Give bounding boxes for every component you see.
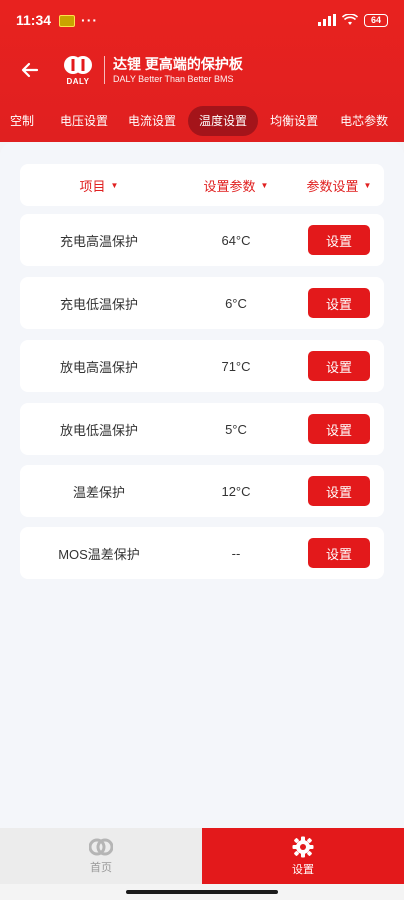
row-name: 温差保护 [72,484,125,500]
row-name: 充电高温保护 [59,233,138,249]
nav-home[interactable]: 首页 [0,828,202,884]
table-row: 温差保护 12°C 设置 [20,465,384,517]
battery-icon: 64 [364,13,388,27]
table-row: 放电高温保护 71°C 设置 [20,340,384,392]
header-divider [104,56,105,84]
row-value: 6°C [225,295,247,311]
signal-icon [318,14,336,26]
header: 11:34 ··· 64 DALY 达锂 更高端的保护板 DALY Better… [0,0,404,142]
gear-icon [292,836,314,857]
logo-text: DALY [66,77,90,86]
row-value: -- [231,545,241,561]
status-indicators: 64 [318,13,388,27]
header-param[interactable]: 设置参数 ▼ [178,176,294,195]
tab-balance-settings[interactable]: 均衡设置 [258,106,328,136]
settings-tabs: 空制 电压设置 电流设置 温度设置 均衡设置 电芯参数 [0,104,404,138]
set-button[interactable]: 设置 [308,476,370,506]
wifi-icon [342,14,358,25]
notification-icon [59,15,76,27]
caret-down-icon: ▼ [110,180,119,190]
tab-cell-parameters[interactable]: 电芯参数 [328,106,396,136]
home-logo-icon [89,838,113,855]
set-button[interactable]: 设置 [308,288,370,318]
bottom-navigation: 首页 设置 [0,828,404,884]
nav-home-label: 首页 [90,861,112,874]
header-param-label: 设置参数 [203,178,256,194]
table-row: 充电低温保护 6°C 设置 [20,277,384,329]
status-time: 11:34 [16,12,52,28]
app-subtitle: DALY Better Than Better BMS [113,74,234,84]
content-panel: 项目 ▼ 设置参数 ▼ 参数设置 ▼ 充电高温保护 64°C 设置 充电低温保护… [0,142,404,828]
back-button[interactable] [10,50,50,90]
row-value: 64°C [221,232,251,248]
row-value: 12°C [221,483,251,499]
row-name: 放电高温保护 [59,359,138,375]
row-name: MOS温差保护 [58,546,140,562]
header-item[interactable]: 项目 ▼ [20,176,178,195]
nav-settings-label: 设置 [292,863,314,876]
row-name: 充电低温保护 [59,296,138,312]
tab-current-settings[interactable]: 电流设置 [118,106,188,136]
daly-logo-icon [64,56,92,74]
tab-control[interactable]: 空制 [0,106,50,136]
nav-settings[interactable]: 设置 [202,828,404,884]
caret-down-icon: ▼ [260,180,269,190]
row-value: 71°C [221,358,251,374]
tab-temperature-settings[interactable]: 温度设置 [188,106,259,136]
app-bar: DALY 达锂 更高端的保护板 DALY Better Than Better … [0,48,404,92]
header-setting[interactable]: 参数设置 ▼ [294,176,384,195]
set-button[interactable]: 设置 [308,225,370,255]
table-row: MOS温差保护 -- 设置 [20,527,384,579]
table-row: 放电低温保护 5°C 设置 [20,403,384,455]
tab-voltage-settings[interactable]: 电压设置 [50,106,118,136]
header-setting-label: 参数设置 [306,178,359,194]
app-title: 达锂 更高端的保护板 [113,56,243,72]
set-button[interactable]: 设置 [308,414,370,444]
daly-logo: DALY [58,50,98,90]
arrow-left-icon [21,62,39,78]
gesture-bar[interactable] [126,890,278,894]
table-row: 充电高温保护 64°C 设置 [20,214,384,266]
status-bar: 11:34 ··· 64 [0,0,404,40]
more-notifications-icon: ··· [81,12,99,28]
row-value: 5°C [225,421,247,437]
header-item-label: 项目 [79,178,106,194]
set-button[interactable]: 设置 [308,538,370,568]
set-button[interactable]: 设置 [308,351,370,381]
caret-down-icon: ▼ [363,180,372,190]
gesture-area [0,884,404,900]
row-name: 放电低温保护 [59,422,138,438]
table-header: 项目 ▼ 设置参数 ▼ 参数设置 ▼ [20,164,384,206]
title-block: 达锂 更高端的保护板 DALY Better Than Better BMS [113,55,243,85]
